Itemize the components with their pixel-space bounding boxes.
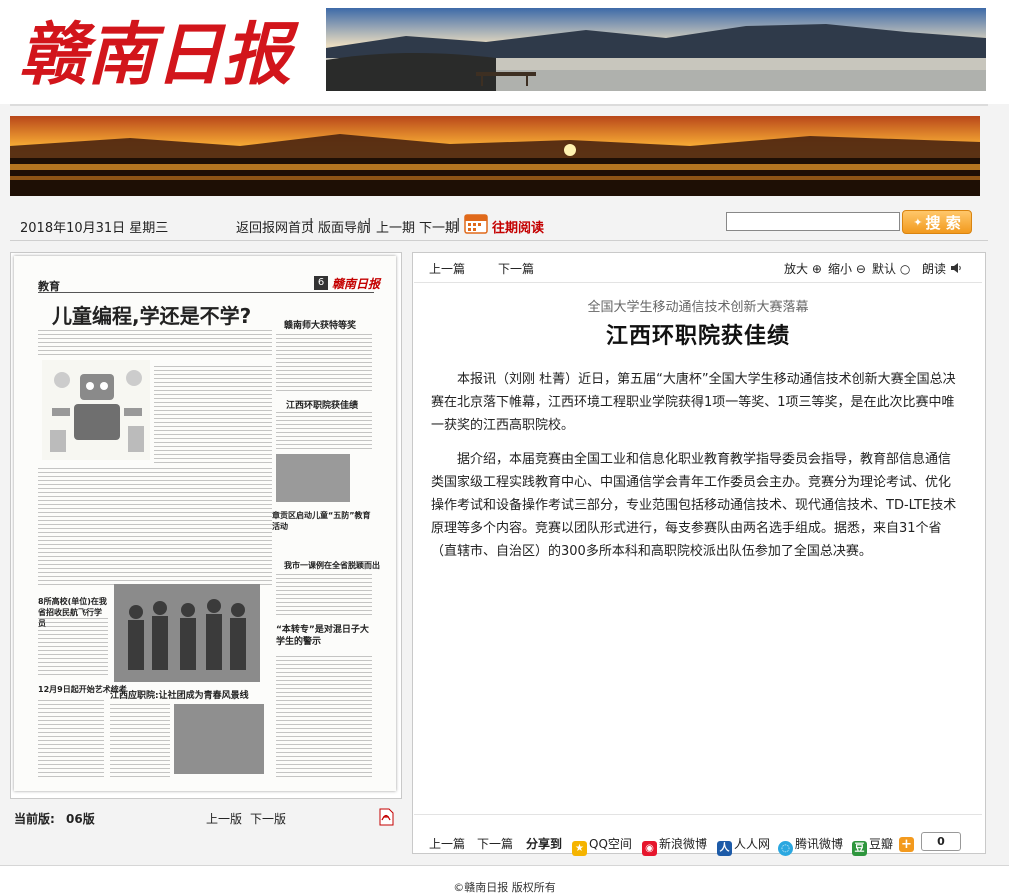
- zoom-in-button[interactable]: 放大 ⊕: [784, 260, 822, 277]
- np-photo-1: [276, 454, 350, 502]
- share-label: 分享到: [526, 837, 563, 851]
- header-divider: [10, 104, 988, 106]
- np-headline-5[interactable]: 我市一课例在全省脱颖而出: [284, 560, 380, 571]
- nav-link-prev-issue[interactable]: 上一期: [376, 217, 415, 236]
- nav-link-home[interactable]: 返回报网首页: [236, 217, 314, 236]
- np-page-number: 6: [314, 276, 328, 290]
- tencent-weibo-icon: ◌: [778, 841, 793, 856]
- plus-icon: +: [899, 837, 914, 852]
- article-toolbar-divider: [414, 282, 982, 283]
- np-rule: [38, 292, 374, 293]
- banner-lake-image: [326, 8, 986, 91]
- nav-link-page-guide[interactable]: 版面导航: [318, 217, 370, 236]
- circle-icon: ○: [899, 262, 911, 276]
- pdf-icon[interactable]: [378, 808, 394, 829]
- calendar-icon[interactable]: [464, 212, 488, 238]
- article-toolbar: 上一篇 下一篇 放大 ⊕ 缩小 ⊖ 默认 ○ 朗读: [412, 252, 984, 282]
- speaker-icon: [950, 262, 962, 276]
- nav-bar: 2018年10月31日 星期三 返回报网首页 | 版面导航 | 上一期 下一期 …: [10, 208, 988, 240]
- renren-icon: 人: [717, 841, 732, 856]
- np-text-block: [154, 366, 272, 466]
- np-text-block: [38, 330, 272, 358]
- np-headline-2[interactable]: 赣南师大获特等奖: [284, 318, 356, 331]
- newspaper-page-image[interactable]: 教育 6 赣南日报 儿童编程,学还是不学? 赣南师大获特等奖 江西环职院获佳绩 …: [14, 256, 396, 791]
- np-text-block: [276, 334, 372, 394]
- np-photo-2: [114, 584, 260, 682]
- masthead-logo-text: 赣南日报: [19, 15, 299, 95]
- prev-page-link[interactable]: 上一版: [206, 810, 242, 827]
- np-headline-3[interactable]: 江西环职院获佳绩: [286, 398, 358, 411]
- zoom-out-button[interactable]: 缩小 ⊖: [828, 260, 866, 277]
- np-headline-7[interactable]: “本转专”是对混日子大学生的警示: [276, 624, 372, 648]
- share-tencent-weibo[interactable]: ◌ 腾讯微博: [778, 835, 843, 856]
- share-sina-weibo[interactable]: ◉ 新浪微博: [642, 835, 707, 856]
- search-sparkle-icon: ✦: [913, 215, 923, 229]
- read-aloud-button[interactable]: 朗读: [922, 260, 962, 277]
- nav-link-next-issue[interactable]: 下一期: [419, 217, 458, 236]
- next-article-link-bottom[interactable]: 下一篇: [477, 835, 513, 852]
- share-bar: 上一篇 下一篇 分享到 ★ QQ空间 ◉ 新浪微博 人人人网 ◌ 腾讯微博 豆豆瓣 +…: [412, 830, 984, 856]
- np-text-block: [110, 704, 170, 778]
- issue-date: 2018年10月31日 星期三: [20, 221, 169, 236]
- nav-divider: [10, 240, 988, 241]
- banner-sunset-image: [10, 116, 980, 196]
- current-page-label: 当前版:: [14, 812, 55, 826]
- np-text-block: [276, 656, 372, 778]
- np-main-headline[interactable]: 儿童编程,学还是不学?: [52, 300, 251, 329]
- article-body: 本报讯（刘刚 杜菁）近日，第五届“大唐杯”全国大学生移动通信技术创新大赛全国总决…: [431, 368, 963, 574]
- share-qzone[interactable]: ★ QQ空间: [572, 835, 632, 856]
- np-photo-3: [174, 704, 264, 774]
- np-text-block: [38, 468, 272, 588]
- np-headline-9[interactable]: 江西应职院:让社团成为青春风景线: [110, 688, 249, 701]
- share-more-button[interactable]: +: [899, 834, 916, 852]
- share-divider: [414, 814, 982, 815]
- next-page-link[interactable]: 下一版: [250, 810, 286, 827]
- np-text-block: [38, 700, 104, 778]
- douban-icon: 豆: [852, 841, 867, 856]
- article-headline: 江西环职院获佳绩: [605, 323, 790, 349]
- qzone-icon: ★: [572, 841, 587, 856]
- search-input[interactable]: [726, 212, 900, 231]
- share-renren[interactable]: 人人人网: [717, 835, 770, 856]
- minus-circle-icon: ⊖: [855, 262, 866, 276]
- default-size-button[interactable]: 默认 ○: [872, 260, 910, 277]
- np-robot-illustration: [42, 360, 150, 460]
- next-article-link[interactable]: 下一篇: [498, 260, 534, 277]
- np-text-block: [276, 574, 372, 618]
- article-kicker: 全国大学生移动通信技术创新大赛落幕: [587, 300, 809, 315]
- np-text-block: [38, 618, 108, 678]
- np-text-block: [276, 412, 372, 450]
- nav-separator: |: [309, 217, 314, 232]
- prev-article-link[interactable]: 上一篇: [429, 260, 465, 277]
- page-info-bar: 当前版: 06版 上一版 下一版: [10, 806, 400, 828]
- masthead-logo[interactable]: 赣南日报: [15, 6, 305, 96]
- archive-link[interactable]: 往期阅读: [492, 217, 544, 236]
- nav-separator: |: [367, 217, 372, 232]
- sina-weibo-icon: ◉: [642, 841, 657, 856]
- np-masthead: 赣南日报: [332, 277, 381, 291]
- current-page-value: 06版: [66, 812, 95, 826]
- copyright-text: ©赣南日报 版权所有: [453, 881, 556, 894]
- nav-separator: |: [456, 217, 461, 232]
- article-paragraph: 据介绍，本届竞赛由全国工业和信息化职业教育教学指导委员会指导，教育部信息通信类国…: [431, 452, 957, 559]
- share-douban[interactable]: 豆豆瓣: [852, 835, 893, 856]
- plus-circle-icon: ⊕: [811, 262, 822, 276]
- share-count: 0: [921, 832, 961, 851]
- article-paragraph: 本报讯（刘刚 杜菁）近日，第五届“大唐杯”全国大学生移动通信技术创新大赛全国总决…: [431, 372, 956, 433]
- np-headline-4[interactable]: 章贡区启动儿童“五防”教育活动: [272, 510, 372, 532]
- search-button[interactable]: ✦ 搜 索: [902, 210, 972, 234]
- prev-article-link-bottom[interactable]: 上一篇: [429, 835, 465, 852]
